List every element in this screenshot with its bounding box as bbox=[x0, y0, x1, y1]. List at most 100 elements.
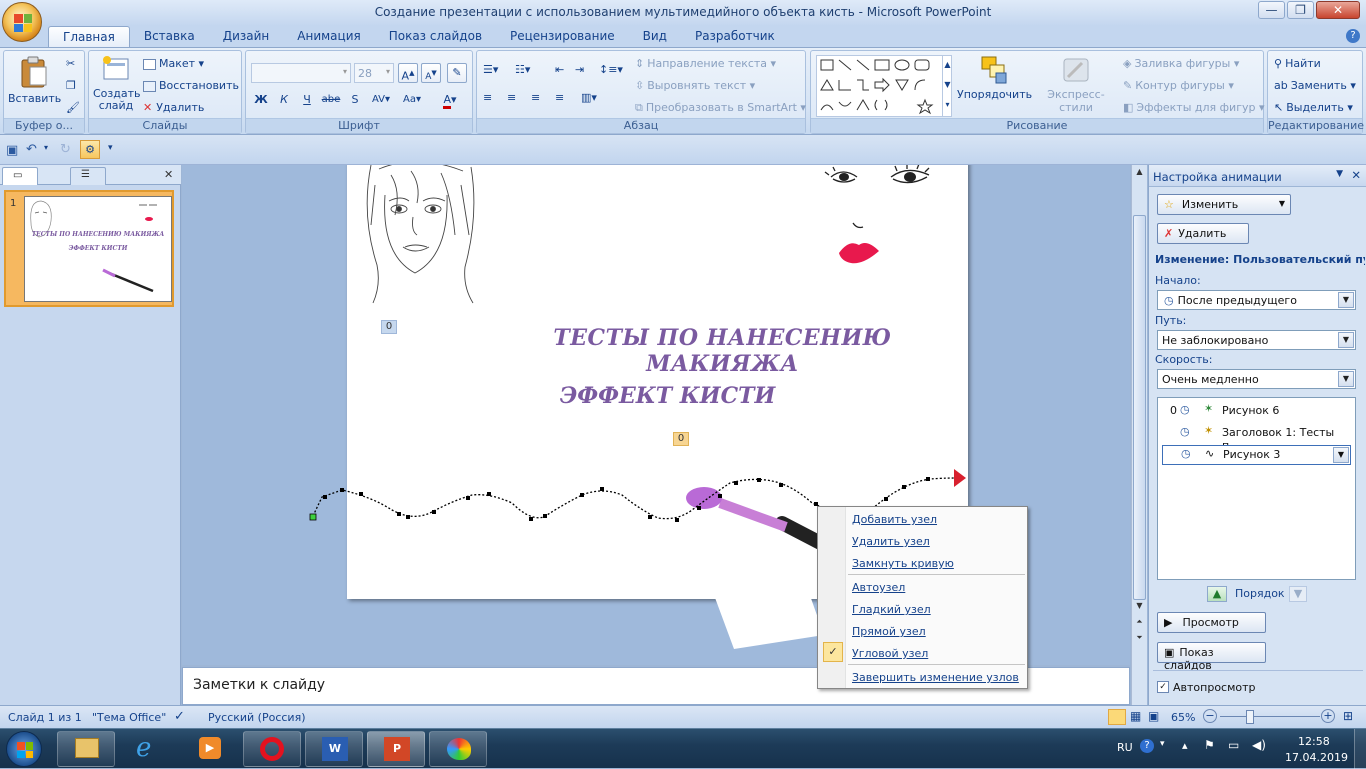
find-button[interactable]: ⚲ Найти bbox=[1274, 57, 1321, 70]
shapes-gallery-scroll[interactable]: ▲ ▼ ▾ bbox=[942, 55, 952, 117]
language-indicator[interactable]: Русский (Россия) bbox=[208, 711, 306, 724]
clear-format-button[interactable]: ✎ bbox=[447, 63, 467, 83]
paste-button[interactable]: Вставить bbox=[8, 55, 61, 105]
align-left-button[interactable]: ≡ bbox=[483, 91, 492, 104]
shape-effects-button[interactable]: ◧ Эффекты для фигур ▾ bbox=[1123, 101, 1265, 114]
word-taskbar-button[interactable]: W bbox=[305, 731, 363, 767]
menu-item-corner-point[interactable]: Угловой узел bbox=[852, 647, 928, 660]
menu-item-add-node[interactable]: Добавить узел bbox=[852, 513, 937, 526]
restore-button[interactable]: ❐ bbox=[1287, 1, 1314, 19]
help-icon[interactable]: ? bbox=[1346, 29, 1360, 43]
new-slide-button[interactable]: Создать слайд bbox=[93, 55, 141, 112]
clock-time[interactable]: 12:58 bbox=[1298, 735, 1330, 748]
tab-review[interactable]: Рецензирование bbox=[496, 26, 629, 47]
powerpoint-taskbar-button[interactable]: P bbox=[367, 731, 425, 767]
justify-button[interactable]: ≡ bbox=[555, 91, 564, 104]
text-direction-button[interactable]: ⇕ Направление текста ▾ bbox=[635, 57, 776, 70]
scroll-up-icon[interactable]: ▲ bbox=[1134, 167, 1145, 179]
animation-list[interactable]: 0 ◷ ✶ Рисунок 6 ◷ ✶ Заголовок 1: Тесты п… bbox=[1157, 397, 1356, 580]
smartart-button[interactable]: ⧉ Преобразовать в SmartArt ▾ bbox=[635, 101, 806, 115]
media-player-taskbar-button[interactable]: ▶ bbox=[181, 731, 239, 767]
arrange-button[interactable]: Упорядочить bbox=[957, 55, 1032, 101]
zoom-out-icon[interactable]: − bbox=[1203, 709, 1217, 723]
shapes-gallery[interactable] bbox=[816, 55, 952, 117]
align-text-button[interactable]: ⇳ Выровнять текст ▾ bbox=[635, 79, 755, 92]
tab-slides-thumbnails[interactable]: ▭ bbox=[2, 167, 38, 185]
spellcheck-icon[interactable]: ✓ bbox=[174, 709, 185, 724]
explorer-taskbar-button[interactable] bbox=[57, 731, 115, 767]
keyboard-language[interactable]: RU bbox=[1117, 741, 1133, 754]
decrease-indent-button[interactable]: ⇤ bbox=[555, 63, 564, 76]
fit-to-window-icon[interactable]: ⊞ bbox=[1343, 709, 1353, 723]
path-start-marker[interactable] bbox=[309, 513, 317, 521]
increase-indent-button[interactable]: ⇥ bbox=[575, 63, 584, 76]
start-button[interactable] bbox=[6, 731, 42, 767]
shadow-button[interactable]: S bbox=[345, 91, 365, 111]
font-size-combobox[interactable]: 28 ▾ bbox=[354, 63, 394, 83]
columns-button[interactable]: ▥▾ bbox=[581, 91, 597, 104]
preview-button[interactable]: ▶ Просмотр bbox=[1157, 612, 1266, 633]
grow-font-button[interactable]: A▲ bbox=[398, 63, 418, 83]
move-down-icon[interactable]: ▼ bbox=[1289, 586, 1307, 602]
menu-item-smooth-point[interactable]: Гладкий узел bbox=[852, 603, 931, 616]
opera-taskbar-button[interactable] bbox=[243, 731, 301, 767]
ie-taskbar-button[interactable]: e bbox=[119, 731, 177, 767]
strikethrough-button[interactable]: abe bbox=[320, 91, 342, 111]
bullets-button[interactable]: ☰▾ bbox=[483, 63, 498, 76]
change-case-button[interactable]: Aa▾ bbox=[399, 91, 425, 111]
numbering-button[interactable]: ☷▾ bbox=[515, 63, 530, 76]
char-spacing-button[interactable]: AV▾ bbox=[368, 91, 394, 111]
office-button[interactable] bbox=[2, 2, 42, 42]
font-name-combobox[interactable]: ▾ bbox=[251, 63, 351, 83]
slideshow-view-icon[interactable]: ▣ bbox=[1148, 709, 1159, 723]
tab-outline[interactable]: ☰ bbox=[70, 167, 106, 185]
next-slide-icon[interactable]: ⏷ bbox=[1134, 633, 1145, 647]
path-select[interactable]: Не заблокировано ▼ bbox=[1157, 330, 1356, 350]
customize-qat-icon[interactable]: ▾ bbox=[108, 143, 113, 153]
select-button[interactable]: ↖ Выделить ▾ bbox=[1274, 101, 1353, 114]
show-desktop-button[interactable] bbox=[1354, 729, 1366, 769]
line-spacing-button[interactable]: ↕≡▾ bbox=[599, 63, 623, 76]
underline-button[interactable]: Ч bbox=[297, 91, 317, 111]
shape-outline-button[interactable]: ✎ Контур фигуры ▾ bbox=[1123, 79, 1234, 92]
slide-thumbnail-1[interactable]: 1 ТЕСТЫ ПО НАНЕСЕНИЮ МАКИЯЖА ЭФФЕКТ КИСТ… bbox=[4, 190, 174, 307]
redo-icon[interactable]: ↻ bbox=[60, 142, 71, 157]
shrink-font-button[interactable]: A▼ bbox=[421, 63, 441, 83]
pane-options-icon[interactable]: ▼ bbox=[1336, 169, 1343, 179]
tab-slideshow[interactable]: Показ слайдов bbox=[375, 26, 496, 47]
bold-button[interactable]: Ж bbox=[251, 91, 271, 111]
save-icon[interactable]: ▣ bbox=[6, 143, 18, 158]
tab-animation[interactable]: Анимация bbox=[283, 26, 374, 47]
font-color-button[interactable]: A▾ bbox=[436, 91, 464, 111]
zoom-in-icon[interactable]: + bbox=[1321, 709, 1335, 723]
clock-date[interactable]: 17.04.2019 bbox=[1285, 751, 1348, 764]
quick-styles-button[interactable]: Экспресс-стили bbox=[1033, 55, 1119, 114]
normal-view-icon[interactable] bbox=[1108, 709, 1126, 725]
change-effect-button[interactable]: ☆ Изменить ▼ bbox=[1157, 194, 1291, 215]
speed-select[interactable]: Очень медленно ▼ bbox=[1157, 369, 1356, 389]
italic-button[interactable]: К bbox=[274, 91, 294, 111]
undo-icon[interactable]: ↶ bbox=[26, 142, 37, 157]
layout-button[interactable]: Макет ▾ bbox=[143, 57, 204, 70]
menu-item-close-path[interactable]: Замкнуть кривую bbox=[852, 557, 954, 570]
pane-close-icon[interactable]: ✕ bbox=[1351, 168, 1361, 182]
format-painter-icon[interactable]: 🖌 bbox=[66, 101, 80, 114]
align-right-button[interactable]: ≡ bbox=[531, 91, 540, 104]
zoom-slider-track[interactable] bbox=[1220, 716, 1320, 717]
network-icon[interactable]: ▭ bbox=[1228, 738, 1239, 752]
animation-item-selected[interactable]: ◷ ∿ Рисунок 3 ▼ bbox=[1162, 445, 1351, 465]
menu-item-exit-node-edit[interactable]: Завершить изменение узлов bbox=[852, 671, 1019, 684]
tab-design[interactable]: Дизайн bbox=[209, 26, 284, 47]
scroll-down-icon[interactable]: ▼ bbox=[1134, 601, 1145, 613]
editor-vertical-scrollbar[interactable]: ▲ ▼ ⏶ ⏷ bbox=[1131, 165, 1147, 705]
paint-taskbar-button[interactable] bbox=[429, 731, 487, 767]
align-center-button[interactable]: ≡ bbox=[507, 91, 516, 104]
cut-icon[interactable]: ✂ bbox=[66, 57, 75, 70]
close-pane-icon[interactable]: ✕ bbox=[164, 168, 173, 181]
path-end-marker[interactable] bbox=[954, 469, 966, 487]
minimize-button[interactable]: — bbox=[1258, 1, 1285, 19]
custom-tool-icon[interactable]: ⚙ bbox=[80, 140, 100, 159]
reset-button[interactable]: Восстановить bbox=[143, 79, 239, 92]
language-help-icon[interactable]: ? bbox=[1140, 739, 1154, 753]
copy-icon[interactable]: ❐ bbox=[66, 79, 76, 92]
